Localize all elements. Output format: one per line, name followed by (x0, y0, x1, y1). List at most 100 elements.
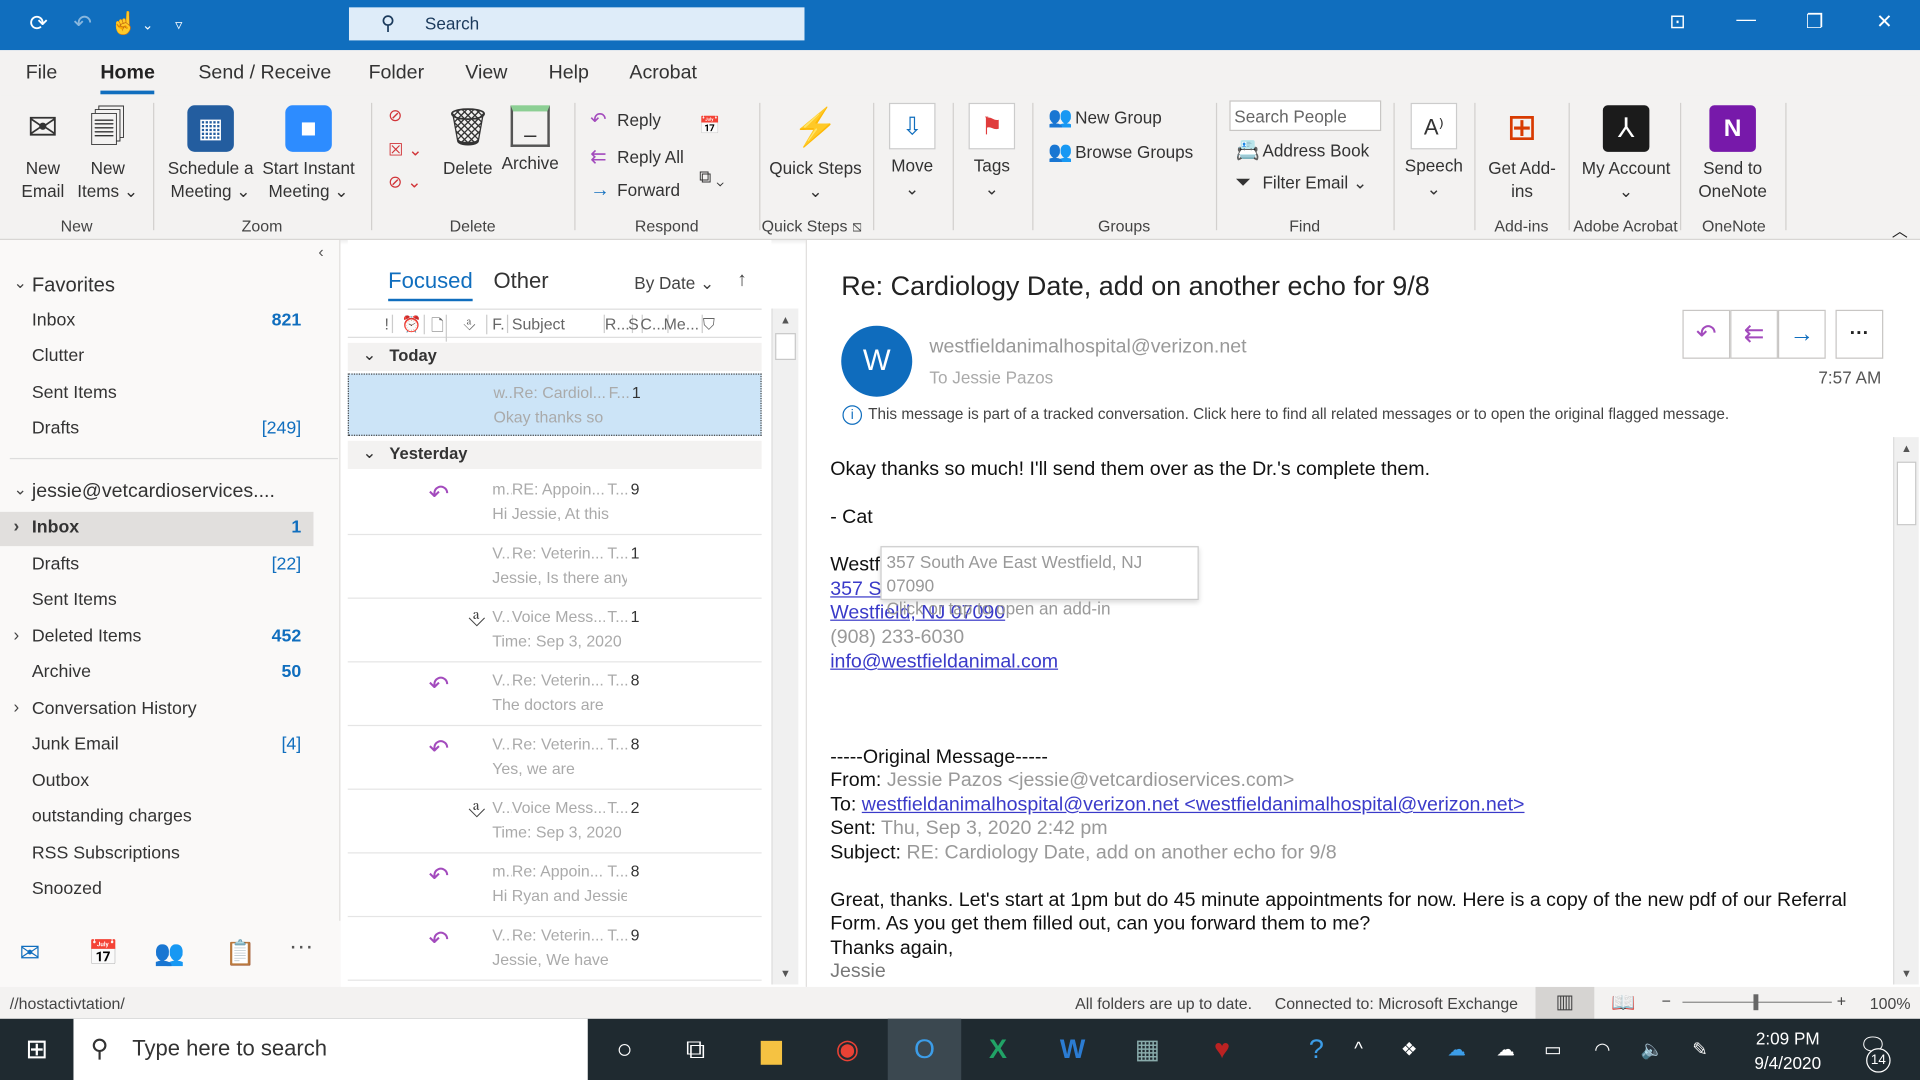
folder-snoozed[interactable]: Snoozed (0, 873, 313, 907)
message-item[interactable]: ↶ V...Re: Veterin...T...8 The doctors are (347, 662, 762, 727)
delete-button[interactable]: 🗑 Delete (441, 105, 495, 180)
favorite-clutter[interactable]: Clutter (0, 340, 313, 374)
folder-outbox[interactable]: Outbox (0, 765, 313, 799)
sender-avatar[interactable]: W (841, 325, 913, 397)
zoom-slider-thumb[interactable] (1753, 994, 1759, 1011)
attachment-icon[interactable]: ⎀ (463, 314, 488, 335)
column-importance[interactable]: ! (384, 314, 393, 334)
zoom-out-icon[interactable]: − (1662, 992, 1671, 1010)
taskbar-search[interactable]: ⚲ Type here to search (73, 1018, 588, 1080)
mail-icon[interactable]: ✉ (20, 938, 41, 969)
file-explorer-icon[interactable]: ▆ (747, 1033, 796, 1065)
quick-steps-button[interactable]: ⚡ Quick Steps ⌄ (769, 105, 862, 203)
signature-email-link[interactable]: info@westfieldanimal.com (830, 651, 1058, 673)
pen-icon[interactable]: ✎ (1692, 1038, 1707, 1061)
forward-icon[interactable]: → (1777, 309, 1826, 359)
browse-groups-button[interactable]: 👥 Browse Groups (1048, 140, 1193, 164)
scrollbar-thumb[interactable] (775, 333, 796, 361)
tasks-icon[interactable]: 📋 (225, 938, 255, 969)
column-from[interactable]: F. (492, 314, 509, 334)
scroll-down-icon[interactable]: ▼ (773, 967, 799, 979)
sender-address[interactable]: westfieldanimalhospital@verizon.net (929, 337, 1246, 359)
help-icon[interactable]: ? (1292, 1033, 1341, 1065)
cloud-icon[interactable]: ☁ (1496, 1038, 1514, 1061)
calendar-icon[interactable]: 📅 (88, 938, 118, 969)
close-button[interactable]: ✕ (1860, 10, 1909, 34)
clean-up-icon[interactable]: ☒ ⌄ (388, 140, 422, 161)
scroll-down-icon[interactable]: ▼ (1894, 967, 1918, 979)
message-item[interactable]: ⎀ V...Voice Mess...T...2 Time: Sep 3, 2020 (347, 790, 762, 854)
message-item[interactable]: V...Re: Veterin...T...1Jessie, Is there … (347, 535, 762, 599)
customize-qat-icon[interactable]: ▿ (175, 16, 182, 33)
normal-view-icon[interactable]: ▥ (1535, 986, 1595, 1019)
tab-view[interactable]: View (465, 62, 507, 84)
archive-button[interactable]: – Archive (497, 105, 563, 175)
dropbox-icon[interactable]: ❖ (1401, 1038, 1417, 1061)
tags-button[interactable]: ⚑ Tags ⌄ (964, 102, 1020, 201)
ignore-icon[interactable]: ⊘ (388, 105, 402, 126)
send-to-onenote-button[interactable]: N Send to OneNote (1690, 105, 1776, 203)
meeting-reply-icon[interactable]: 📅 (699, 115, 720, 136)
cortana-icon[interactable]: ○ (600, 1033, 649, 1065)
sort-direction-icon[interactable]: ↑ (737, 269, 747, 291)
folder-rss-subscriptions[interactable]: RSS Subscriptions (0, 837, 313, 871)
filter-icon[interactable]: ⛉ (703, 315, 717, 335)
schedule-meeting-button[interactable]: ▦ Schedule a Meeting ⌄ (164, 105, 257, 203)
tab-file[interactable]: File (26, 62, 58, 84)
clock[interactable]: 2:09 PM 9/4/2020 (1739, 1026, 1837, 1075)
address-book-button[interactable]: 📇 Address Book (1236, 138, 1370, 162)
sync-icon[interactable]: ⟳ (29, 11, 47, 37)
people-icon[interactable]: 👥 (154, 938, 184, 969)
folder-archive[interactable]: Archive 50 (0, 656, 313, 690)
my-account-button[interactable]: ⅄ My Account ⌄ (1580, 105, 1673, 203)
reply-button[interactable]: ↶ Reply (590, 108, 661, 132)
tab-home[interactable]: Home (100, 62, 156, 95)
onedrive-icon[interactable]: ☁ (1447, 1038, 1465, 1061)
favorite-drafts[interactable]: Drafts [249] (0, 413, 313, 447)
column-subject[interactable]: Subject (512, 314, 605, 334)
battery-icon[interactable]: ▭ (1544, 1038, 1561, 1061)
message-item[interactable]: ↶ m...Re: Appoin...T...8Hi Ryan and Jessi… (347, 853, 762, 918)
folder-outstanding-charges[interactable]: outstanding charges (0, 801, 313, 835)
minimize-button[interactable]: — (1722, 10, 1771, 32)
message-item[interactable]: ↶ V...Re: Veterin...T...9 Jessie, We have (347, 917, 762, 981)
signature-address-link[interactable]: 357 S (830, 579, 881, 601)
chevron-down-icon[interactable]: ⌄ (142, 17, 153, 33)
group-today[interactable]: ⌄ Today (347, 342, 762, 372)
excel-icon[interactable]: X (973, 1033, 1022, 1065)
folder-sent-items[interactable]: Sent Items (0, 584, 313, 618)
message-list-scrollbar[interactable]: ▲ ▼ (771, 308, 799, 985)
windows-start-icon[interactable]: ⊞ (12, 1033, 61, 1065)
message-item[interactable]: ⎀ V...Voice Mess...T...1 Time: Sep 3, 2020 (347, 599, 762, 663)
collapse-ribbon-icon[interactable]: ︿ (1892, 218, 1908, 241)
speech-button[interactable]: A⁾ Speech ⌄ (1403, 102, 1464, 201)
message-item[interactable]: ↶ m...RE: Appoin...T...9 Hi Jessie, At thi… (347, 471, 762, 536)
chevron-right-icon[interactable]: › (13, 696, 19, 716)
zoom-level[interactable]: 100% (1870, 994, 1911, 1012)
favorite-inbox[interactable]: Inbox 821 (0, 305, 313, 339)
reply-all-icon[interactable]: ⇇ (1730, 309, 1778, 359)
filter-email-button[interactable]: ⏷ Filter Email ⌄ (1236, 173, 1368, 195)
column-mention[interactable]: Me... (664, 314, 703, 334)
tab-send-receive[interactable]: Send / Receive (198, 62, 331, 84)
folder-drafts[interactable]: Drafts [22] (0, 548, 313, 582)
folder-deleted-items[interactable]: › Deleted Items 452 (0, 620, 313, 654)
folder-inbox[interactable]: › Inbox 1 (0, 511, 314, 547)
reply-all-button[interactable]: ⇇ Reply All (590, 144, 684, 168)
zoom-in-icon[interactable]: + (1837, 992, 1846, 1010)
search-input[interactable]: ⚲ Search (348, 7, 805, 41)
reading-pane-scrollbar[interactable]: ▲ ▼ (1893, 437, 1919, 985)
new-group-button[interactable]: 👥 New Group (1048, 105, 1162, 129)
reminder-icon[interactable]: ⏰ (402, 314, 426, 335)
more-actions-icon[interactable]: ··· (1835, 309, 1884, 359)
tab-help[interactable]: Help (549, 62, 589, 84)
scrollbar-thumb[interactable] (1896, 461, 1917, 526)
tab-folder[interactable]: Folder (369, 62, 425, 84)
folder-junk-email[interactable]: Junk Email [4] (0, 729, 313, 763)
forward-button[interactable]: → Forward (590, 180, 680, 202)
tab-other[interactable]: Other (493, 268, 548, 294)
to-value-link[interactable]: westfieldanimalhospital@verizon.net <wes… (862, 795, 1525, 816)
wifi-icon[interactable]: ◠ (1594, 1038, 1610, 1061)
folder-conversation-history[interactable]: › Conversation History (0, 692, 313, 726)
reading-view-icon[interactable]: 📖 (1611, 991, 1635, 1015)
